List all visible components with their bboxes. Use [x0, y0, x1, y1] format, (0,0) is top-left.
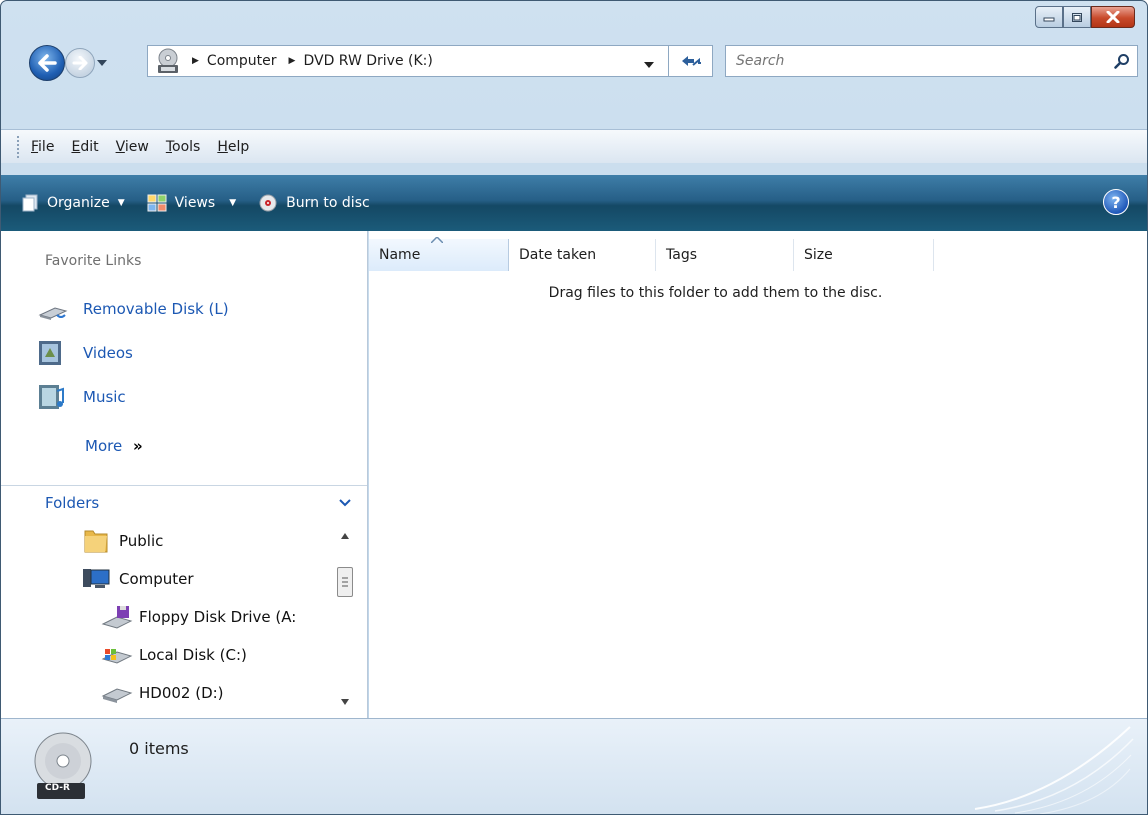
command-bar: Organize ▼ Views ▼ Burn to disc ? [1, 175, 1147, 231]
minimize-button[interactable] [1035, 6, 1063, 28]
computer-icon [83, 569, 110, 588]
column-header-size[interactable]: Size [794, 239, 934, 271]
more-links[interactable]: More » [85, 437, 143, 455]
scroll-up-icon[interactable] [341, 533, 349, 539]
hard-disk-icon [101, 688, 133, 703]
tree-item-computer[interactable]: Computer [81, 565, 194, 593]
menu-tools[interactable]: Tools [166, 139, 201, 155]
item-count: 0 items [129, 739, 189, 758]
grip-icon [342, 577, 348, 587]
views-icon [147, 194, 167, 212]
close-icon [1106, 11, 1120, 23]
address-history-dropdown[interactable] [644, 58, 654, 73]
breadcrumb-computer[interactable]: Computer [207, 53, 277, 69]
scrollbar-thumb[interactable] [337, 567, 353, 597]
folders-header[interactable]: Folders [1, 485, 367, 519]
music-icon [39, 385, 64, 409]
folder-icon [84, 530, 108, 553]
maximize-button[interactable] [1063, 6, 1091, 28]
tree-item-public[interactable]: Public [81, 527, 163, 555]
tree-item-floppy-drive[interactable]: Floppy Disk Drive (A: [101, 603, 296, 631]
menu-edit[interactable]: Edit [71, 139, 98, 155]
folder-tree-scrollbar[interactable] [335, 523, 355, 717]
breadcrumb-separator-icon[interactable]: ▶ [192, 56, 199, 66]
forward-button[interactable] [65, 48, 95, 78]
empty-folder-message: Drag files to this folder to add them to… [548, 285, 883, 301]
favorite-link-removable-disk[interactable]: Removable Disk (L) [37, 295, 229, 323]
refresh-icon [681, 56, 701, 66]
breadcrumb-dvd-drive[interactable]: DVD RW Drive (K:) [303, 53, 432, 69]
minimize-icon [1043, 17, 1055, 22]
tree-item-hd002-d[interactable]: HD002 (D:) [101, 679, 224, 707]
help-button[interactable]: ? [1103, 189, 1129, 215]
breadcrumb: ▶ Computer ▶ DVD RW Drive (K:) [188, 53, 433, 69]
back-arrow-icon [38, 54, 57, 72]
burn-to-disc-button[interactable]: Burn to disc [258, 193, 370, 213]
chevron-down-icon [644, 62, 654, 68]
favorite-link-music[interactable]: Music [37, 383, 126, 411]
recent-pages-dropdown[interactable] [97, 57, 107, 72]
favorite-links-title: Favorite Links [45, 253, 142, 269]
menu-file[interactable]: File [31, 139, 54, 155]
menu-bar: File Edit View Tools Help [1, 129, 1147, 163]
forward-arrow-icon [72, 56, 88, 70]
column-header-date-taken[interactable]: Date taken [509, 239, 656, 271]
organize-icon [22, 194, 38, 212]
search-icon [1114, 54, 1129, 69]
folder-tree: Public Computer Floppy Disk Drive (A: Lo… [1, 523, 331, 718]
sort-ascending-icon [431, 237, 443, 243]
chevron-down-icon: ▼ [117, 198, 125, 208]
removable-disk-icon [38, 307, 68, 320]
swoosh-decoration [974, 726, 1134, 814]
chevron-down-icon [339, 498, 351, 506]
menu-view[interactable]: View [116, 139, 149, 155]
scroll-down-icon[interactable] [341, 699, 349, 705]
views-button[interactable]: Views ▼ [147, 194, 236, 212]
file-list-pane[interactable]: Name Date taken Tags Size Drag files to … [369, 231, 1147, 718]
column-header-tags[interactable]: Tags [656, 239, 794, 271]
address-bar[interactable]: ▶ Computer ▶ DVD RW Drive (K:) [147, 45, 713, 77]
chevron-down-icon: ▼ [229, 198, 237, 208]
details-pane: CD-R 0 items [1, 718, 1147, 814]
explorer-window: ▶ Computer ▶ DVD RW Drive (K:) Search Fi… [0, 0, 1148, 815]
dvd-drive-icon [158, 48, 178, 73]
floppy-drive-icon [101, 606, 133, 629]
back-button[interactable] [29, 45, 65, 81]
close-button[interactable] [1091, 6, 1135, 28]
menu-grip[interactable] [17, 135, 21, 158]
breadcrumb-separator-icon[interactable]: ▶ [289, 56, 296, 66]
maximize-icon [1072, 12, 1082, 22]
address-row: ▶ Computer ▶ DVD RW Drive (K:) [1, 39, 1147, 81]
column-header-name[interactable]: Name [369, 237, 509, 271]
caption-buttons [1035, 6, 1135, 28]
burn-disc-icon [259, 194, 277, 212]
menu-help[interactable]: Help [217, 139, 249, 155]
disc-label: CD-R [45, 783, 70, 793]
local-disk-icon [101, 649, 133, 664]
organize-button[interactable]: Organize ▼ [21, 194, 125, 212]
double-chevron-right-icon: » [132, 437, 143, 455]
navigation-pane: Favorite Links Removable Disk (L) Videos… [1, 231, 368, 718]
search-input[interactable] [734, 52, 1107, 70]
videos-icon [39, 341, 61, 365]
search-button[interactable] [1107, 53, 1137, 69]
tree-item-local-disk-c[interactable]: Local Disk (C:) [101, 641, 247, 669]
chevron-down-icon [97, 60, 107, 66]
column-headers: Name Date taken Tags Size [369, 237, 934, 271]
search-box [725, 45, 1138, 77]
favorite-link-videos[interactable]: Videos [37, 339, 133, 367]
refresh-button[interactable] [668, 45, 712, 77]
